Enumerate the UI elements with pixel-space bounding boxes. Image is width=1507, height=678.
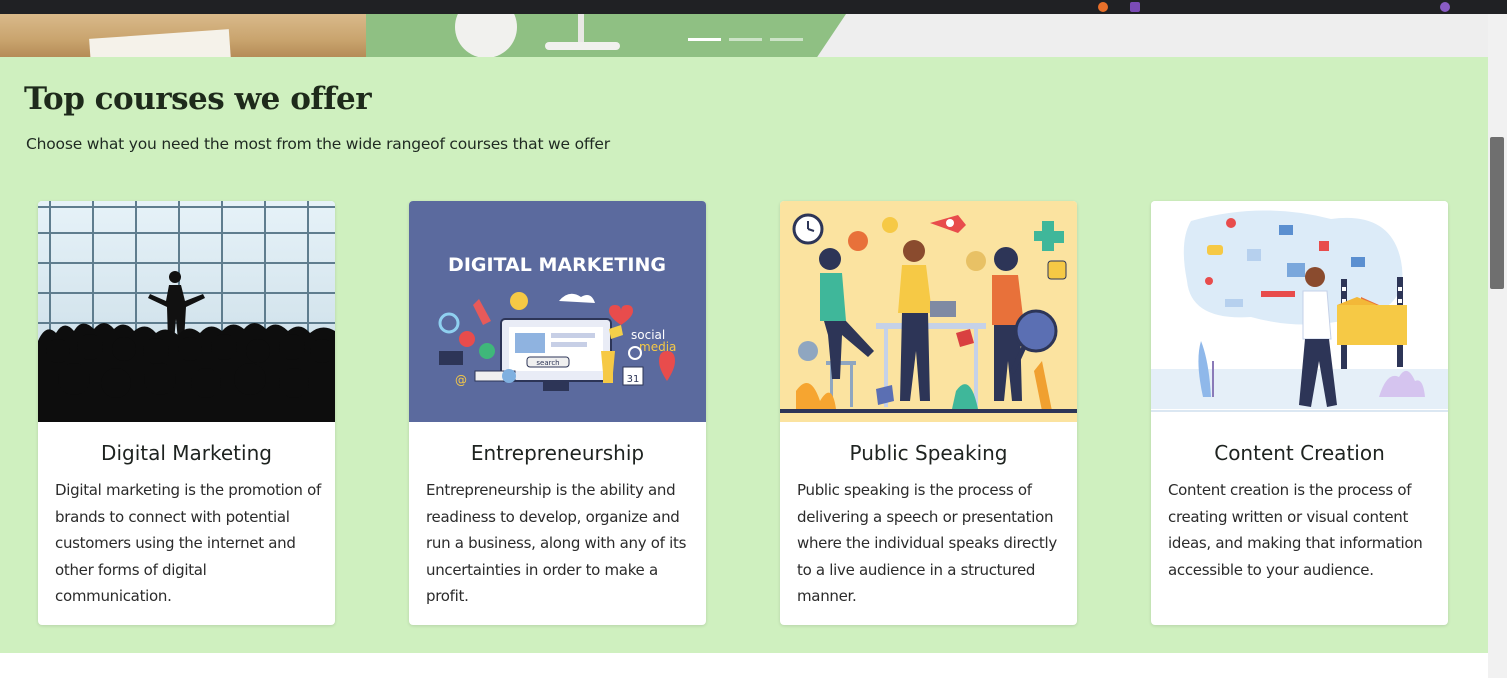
hero-green-panel — [366, 14, 846, 57]
team-brainstorm-illustration-image — [780, 201, 1077, 422]
carousel-indicators — [688, 38, 803, 41]
course-title: Public Speaking — [849, 441, 1008, 465]
course-title: Content Creation — [1214, 441, 1385, 465]
course-card-content-creation[interactable]: Content Creation Content creation is the… — [1151, 201, 1448, 625]
extension-icon[interactable] — [1130, 2, 1140, 12]
course-description: Public speaking is the process of delive… — [797, 481, 1057, 605]
course-description: Entrepreneurship is the ability and read… — [426, 481, 687, 605]
digital-marketing-illustration-image: DIGITAL MARKETING search @ social media … — [409, 201, 706, 422]
section-subtitle: Choose what you need the most from the w… — [26, 135, 610, 153]
section-title: Top courses we offer — [24, 81, 372, 117]
next-section-start — [0, 653, 1488, 678]
course-description: Content creation is the process of creat… — [1168, 481, 1423, 579]
brave-shield-icon[interactable] — [1098, 2, 1108, 12]
hero-desk-image — [0, 14, 368, 57]
svg-text:@: @ — [455, 373, 467, 387]
carousel-indicator-1[interactable] — [688, 38, 721, 41]
carousel-indicator-3[interactable] — [770, 38, 803, 41]
course-card-entrepreneurship[interactable]: DIGITAL MARKETING search @ social media … — [409, 201, 706, 625]
profile-avatar[interactable] — [1440, 2, 1450, 12]
course-description: Digital marketing is the promotion of br… — [55, 481, 321, 605]
content-creator-illustration-image — [1151, 201, 1448, 422]
course-title: Digital Marketing — [101, 441, 272, 465]
speaker-audience-silhouette-image — [38, 201, 335, 422]
calendar-label: 31 — [627, 374, 640, 385]
course-title: Entrepreneurship — [470, 441, 645, 465]
browser-toolbar — [0, 0, 1507, 14]
course-card-digital-marketing[interactable]: Digital Marketing Digital marketing is t… — [38, 201, 335, 625]
course-card-public-speaking[interactable]: Public Speaking Public speaking is the p… — [780, 201, 1077, 625]
search-icon-label: search — [536, 359, 559, 367]
page-scrollbar-thumb[interactable] — [1490, 137, 1504, 289]
hero-carousel — [0, 14, 1488, 57]
page-scrollbar-track[interactable] — [1488, 14, 1507, 678]
carousel-indicator-2[interactable] — [729, 38, 762, 41]
top-courses-section: Top courses we offer Choose what you nee… — [0, 57, 1488, 653]
lamp-base-shape — [545, 42, 620, 50]
image-heading-text: DIGITAL MARKETING — [448, 254, 666, 276]
